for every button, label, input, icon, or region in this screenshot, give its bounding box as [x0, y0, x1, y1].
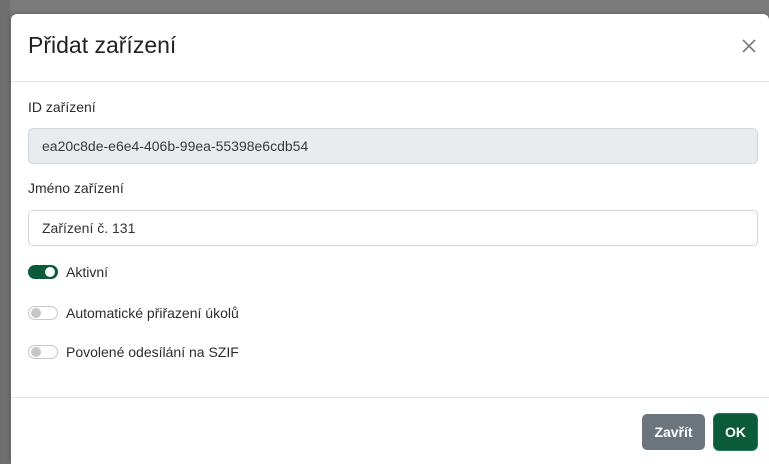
- toggle-row-szif[interactable]: Povolené odesílání na SZIF: [28, 342, 239, 362]
- ok-button[interactable]: OK: [714, 414, 757, 450]
- active-toggle-label: Aktivní: [66, 264, 109, 280]
- toggle-row-active[interactable]: Aktivní: [28, 262, 108, 282]
- szif-sending-toggle-label: Povolené odesílání na SZIF: [66, 344, 239, 360]
- toggle-knob: [31, 347, 41, 357]
- backdrop-left-strip: [0, 0, 10, 464]
- close-icon: [742, 39, 756, 53]
- toggle-knob: [31, 308, 41, 318]
- modal-footer: Zavřít OK: [11, 397, 769, 464]
- close-button[interactable]: Zavřít: [642, 414, 705, 450]
- szif-sending-toggle[interactable]: [28, 345, 58, 359]
- auto-assign-toggle[interactable]: [28, 306, 58, 320]
- auto-assign-toggle-label: Automatické přiřazení úkolů: [66, 305, 239, 321]
- device-id-label: ID zařízení: [28, 99, 96, 115]
- modal-header: Přidat zařízení: [11, 14, 769, 82]
- close-modal-button[interactable]: [739, 36, 759, 56]
- toggle-row-auto-assign[interactable]: Automatické přiřazení úkolů: [28, 303, 239, 323]
- toggle-knob: [45, 267, 55, 277]
- device-name-field[interactable]: [28, 210, 758, 246]
- active-toggle[interactable]: [28, 265, 58, 279]
- device-name-label: Jméno zařízení: [28, 180, 124, 196]
- modal-title: Přidat zařízení: [28, 32, 177, 58]
- device-id-field[interactable]: [28, 128, 758, 164]
- add-device-modal: Přidat zařízení ID zařízení Jméno zaříze…: [11, 14, 769, 464]
